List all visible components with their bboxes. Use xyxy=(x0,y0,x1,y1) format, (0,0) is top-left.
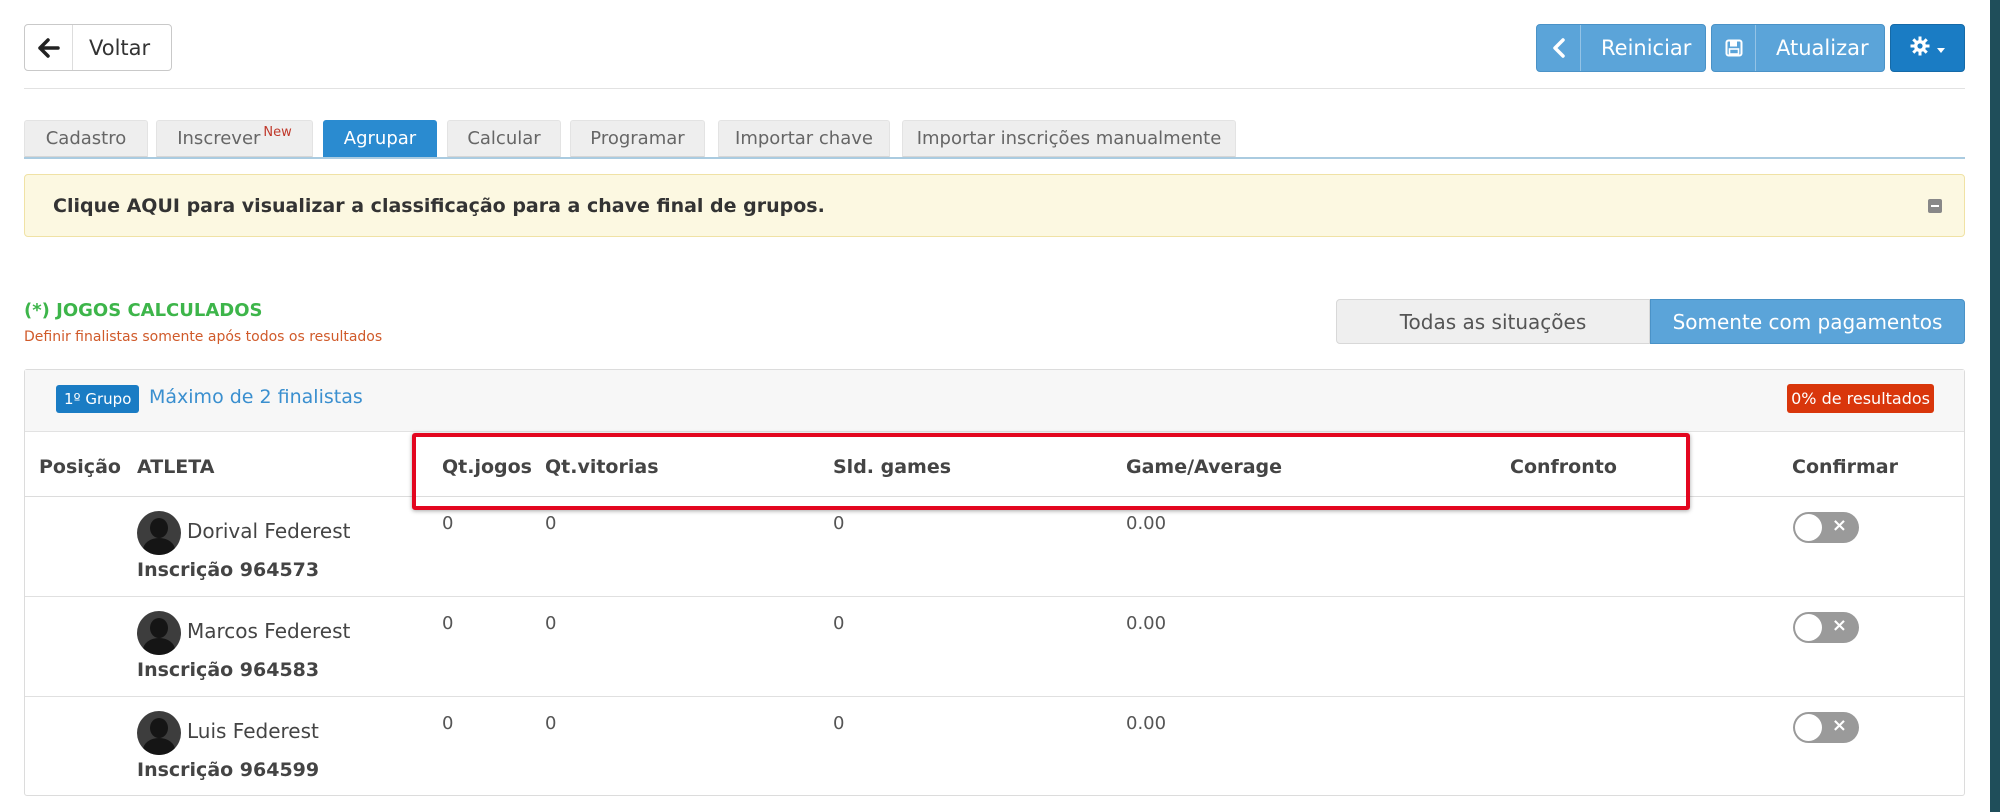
toggle-knob xyxy=(1795,514,1822,541)
atualizar-label: Atualizar xyxy=(1776,36,1869,60)
group-panel-header: 1º Grupo Máximo de 2 finalistas 0% de re… xyxy=(25,370,1964,432)
floppy-disk-icon xyxy=(1712,25,1756,71)
settings-dropdown-button[interactable] xyxy=(1890,24,1965,72)
user-avatar-icon xyxy=(137,711,181,755)
tab-calcular[interactable]: Calcular xyxy=(447,120,561,158)
chevron-left-icon xyxy=(1537,25,1581,71)
col-athlete: ATLETA xyxy=(137,456,215,478)
wins-value: 0 xyxy=(545,713,557,734)
balance-value: 0 xyxy=(833,713,845,734)
games-value: 0 xyxy=(442,613,454,634)
inscricao-number: Inscrição 964583 xyxy=(137,659,320,681)
average-value: 0.00 xyxy=(1126,513,1167,534)
average-value: 0.00 xyxy=(1126,713,1167,734)
filter-paid-only[interactable]: Somente com pagamentos xyxy=(1650,299,1965,344)
gear-icon xyxy=(1910,36,1930,61)
tab-importar-inscricoes[interactable]: Importar inscrições manualmente xyxy=(902,120,1236,158)
close-icon: × xyxy=(1831,515,1847,536)
header-divider xyxy=(24,88,1965,89)
balance-value: 0 xyxy=(833,613,845,634)
col-position: Posição xyxy=(39,456,121,478)
reiniciar-button[interactable]: Reiniciar xyxy=(1536,24,1706,72)
table-row: Marcos Federest Inscrição 964583 0 0 0 0… xyxy=(25,597,1964,697)
games-value: 0 xyxy=(442,713,454,734)
tab-inscrever[interactable]: Inscrever New xyxy=(156,120,313,158)
chevron-down-icon xyxy=(1936,36,1946,60)
inscricao-number: Inscrição 964573 xyxy=(137,559,320,581)
window-edge xyxy=(1990,0,2000,812)
back-button[interactable]: Voltar xyxy=(24,24,172,71)
confirm-toggle[interactable]: × xyxy=(1793,512,1859,543)
wins-value: 0 xyxy=(545,613,557,634)
confirm-toggle[interactable]: × xyxy=(1793,712,1859,743)
calculated-games-title: (*) JOGOS CALCULADOS xyxy=(24,300,263,321)
atualizar-button[interactable]: Atualizar xyxy=(1711,24,1885,72)
reiniciar-label: Reiniciar xyxy=(1601,36,1692,60)
tabs-underline xyxy=(24,157,1965,159)
tab-cadastro[interactable]: Cadastro xyxy=(24,120,148,158)
athlete-name: Luis Federest xyxy=(187,719,319,743)
close-icon: × xyxy=(1831,715,1847,736)
confirm-toggle[interactable]: × xyxy=(1793,612,1859,643)
athlete-name: Dorival Federest xyxy=(187,519,351,543)
toggle-knob xyxy=(1795,714,1822,741)
average-value: 0.00 xyxy=(1126,613,1167,634)
arrow-left-icon xyxy=(25,25,73,70)
table-row: Luis Federest Inscrição 964599 0 0 0 0.0… xyxy=(25,697,1964,797)
calculated-games-subtitle: Definir finalistas somente após todos os… xyxy=(24,329,383,345)
athlete-name: Marcos Federest xyxy=(187,619,351,643)
table-row: Dorival Federest Inscrição 964573 0 0 0 … xyxy=(25,497,1964,597)
user-avatar-icon xyxy=(137,511,181,555)
balance-value: 0 xyxy=(833,513,845,534)
tab-importar-chave[interactable]: Importar chave xyxy=(718,120,890,158)
max-finalists-label: Máximo de 2 finalistas xyxy=(149,386,363,408)
wins-value: 0 xyxy=(545,513,557,534)
new-badge: New xyxy=(263,125,292,140)
highlight-box xyxy=(412,433,1690,510)
games-value: 0 xyxy=(442,513,454,534)
toggle-knob xyxy=(1795,614,1822,641)
tab-programar[interactable]: Programar xyxy=(570,120,705,158)
filter-all-situations[interactable]: Todas as situações xyxy=(1336,299,1650,344)
results-badge: 0% de resultados xyxy=(1787,384,1934,413)
user-avatar-icon xyxy=(137,611,181,655)
inscricao-number: Inscrição 964599 xyxy=(137,759,320,781)
close-icon: × xyxy=(1831,615,1847,636)
tab-agrupar[interactable]: Agrupar xyxy=(323,120,437,158)
classification-alert[interactable]: Clique AQUI para visualizar a classifica… xyxy=(24,174,1965,237)
group-badge: 1º Grupo xyxy=(56,385,140,413)
alert-text[interactable]: Clique AQUI para visualizar a classifica… xyxy=(53,195,825,217)
col-confirm: Confirmar xyxy=(1792,456,1898,478)
back-button-label: Voltar xyxy=(89,35,151,60)
minus-square-icon[interactable] xyxy=(1928,199,1942,213)
